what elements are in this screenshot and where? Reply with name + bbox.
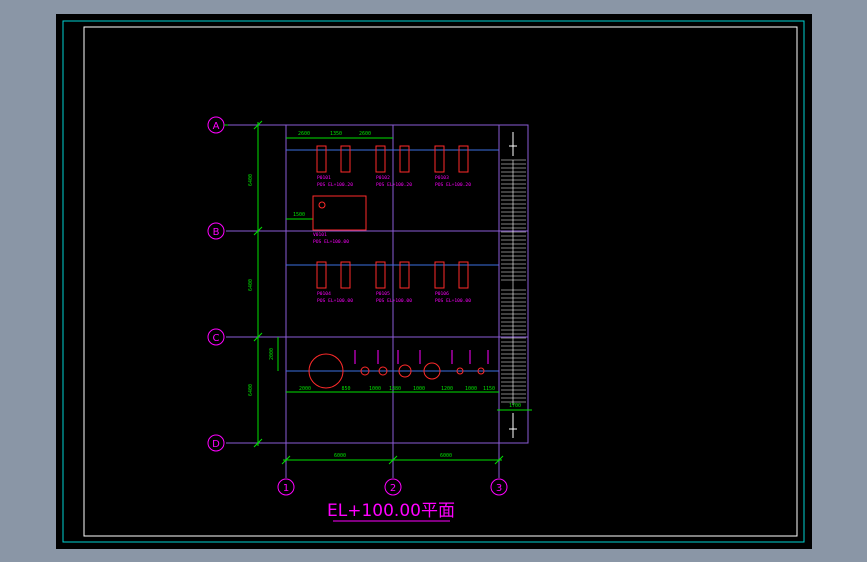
- vessel-box: [312, 195, 367, 231]
- box-tag: V0101: [313, 232, 327, 238]
- vessel-nozzle: [318, 201, 326, 209]
- dim-text-top-3: 2600: [359, 131, 371, 137]
- equipment-tag-1: P0101: [317, 175, 331, 181]
- cad-viewport[interactable]: 6400 6400 6400 2000 6000 6000 2600 1350 …: [0, 0, 867, 562]
- tank-tags: [354, 350, 489, 364]
- dim-text-bottom-1: 6000: [334, 453, 346, 459]
- axis-label-3: 3: [496, 483, 502, 494]
- dim-text-left-3: 6400: [248, 384, 254, 396]
- equipment-tag-6: P0106: [435, 291, 449, 297]
- axis-label-b: B: [213, 227, 220, 238]
- axis-label-a: A: [213, 121, 220, 132]
- axis-bubble-d[interactable]: D: [207, 434, 225, 452]
- equipment-tag-4: P0104: [317, 291, 331, 297]
- equipment-tag-2: P0102: [376, 175, 390, 181]
- equipment-note-3: POS EL+100.20: [435, 182, 471, 188]
- dim-text-b-small: 1500: [293, 212, 305, 218]
- pump-outline: [399, 261, 410, 289]
- equipment-note-2: POS EL+100.20: [376, 182, 412, 188]
- drawing-title: EL+100.00平面: [327, 501, 455, 521]
- axis-bubble-b[interactable]: B: [207, 222, 225, 240]
- dim-text-r4: 1380: [389, 386, 401, 392]
- dim-text-r8: 1150: [483, 386, 495, 392]
- dim-text-top-1: 2600: [298, 131, 310, 137]
- dim-text-r1: 2000: [299, 386, 311, 392]
- pump-outline: [375, 261, 386, 289]
- axis-bubble-3[interactable]: 3: [490, 478, 508, 496]
- axis-bubble-2[interactable]: 2: [384, 478, 402, 496]
- dim-text-r3: 1000: [369, 386, 381, 392]
- equipment-note-1: POS EL+100.20: [317, 182, 353, 188]
- dim-text-small: 2000: [269, 348, 275, 360]
- dim-text-bottom-2: 6000: [440, 453, 452, 459]
- axis-label-c: C: [213, 333, 220, 344]
- dim-text-r7: 1000: [465, 386, 477, 392]
- axis-label-d: D: [212, 439, 220, 450]
- pump-outline: [434, 261, 445, 289]
- dim-text-left-2: 6400: [248, 279, 254, 291]
- axis-label-1: 1: [283, 483, 289, 494]
- floor-plan-drawing: 6400 6400 6400 2000 6000 6000 2600 1350 …: [62, 20, 805, 543]
- dim-text-left-1: 6400: [248, 174, 254, 186]
- pump-outline: [316, 261, 327, 289]
- axis-bubble-c[interactable]: C: [207, 328, 225, 346]
- dim-text-side: 1700: [509, 403, 521, 409]
- dim-text-r6: 1200: [441, 386, 453, 392]
- equipment-note-6: POS EL+100.00: [435, 298, 471, 304]
- outer-frame: [62, 20, 805, 543]
- equipment-note-4: POS EL+100.00: [317, 298, 353, 304]
- equipment-tag-5: P0105: [376, 291, 390, 297]
- axis-bubble-1[interactable]: 1: [277, 478, 295, 496]
- axis-bubble-a[interactable]: A: [207, 116, 228, 134]
- pump-outline: [340, 261, 351, 289]
- axis-label-2: 2: [390, 483, 396, 494]
- dim-text-top-2: 1350: [330, 131, 342, 137]
- stair-treads: [501, 159, 526, 405]
- box-note: POS EL+100.00: [313, 239, 349, 245]
- equipment-note-5: POS EL+100.00: [376, 298, 412, 304]
- stair-outline: [498, 124, 529, 444]
- dim-text-r2: 850: [341, 386, 350, 392]
- dim-text-r5: 1000: [413, 386, 425, 392]
- pump-outline: [458, 261, 469, 289]
- equipment-tag-3: P0103: [435, 175, 449, 181]
